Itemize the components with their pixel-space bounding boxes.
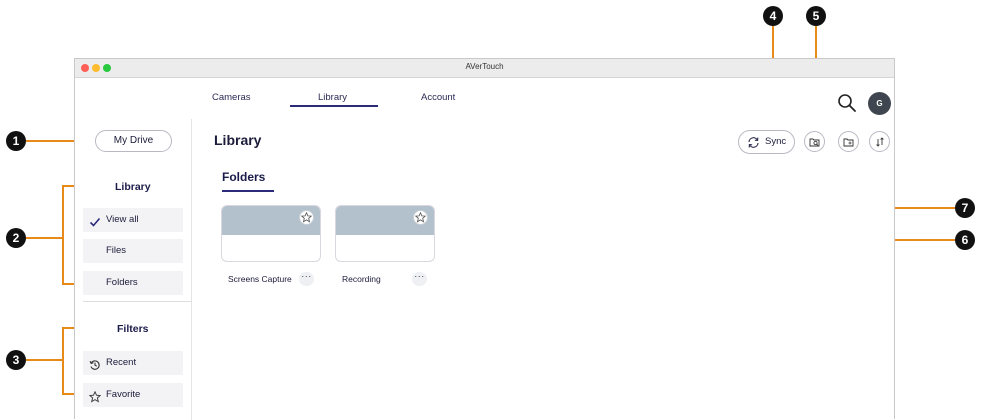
active-tab-indicator <box>290 105 378 107</box>
sync-icon <box>747 136 760 152</box>
history-icon <box>89 357 101 381</box>
sidebar-divider <box>191 119 192 420</box>
folder-name: Recording <box>342 274 381 284</box>
avatar[interactable]: G <box>868 92 891 115</box>
sidebar-item-recent[interactable]: Recent <box>83 351 183 375</box>
callout-badge-6: 6 <box>955 230 975 250</box>
sort-button[interactable] <box>869 131 890 152</box>
sidebar-item-label: Favorite <box>106 389 141 400</box>
check-icon <box>89 214 101 238</box>
callout-badge-2: 2 <box>6 228 26 248</box>
tab-cameras[interactable]: Cameras <box>212 92 251 103</box>
favorite-star-button[interactable] <box>413 210 428 225</box>
star-icon <box>415 212 426 223</box>
filters-heading: Filters <box>117 323 149 335</box>
callout-badge-3: 3 <box>6 350 26 370</box>
folders-heading: Folders <box>222 170 266 184</box>
more-options-button[interactable]: ··· <box>299 272 314 286</box>
callout-bracket-2 <box>62 185 64 285</box>
more-options-button[interactable]: ··· <box>412 272 427 286</box>
app-window: AVerTouch Cameras Library Account G My D… <box>74 58 895 420</box>
sidebar-item-label: Folders <box>106 277 138 288</box>
sync-button[interactable]: Sync <box>738 130 795 154</box>
callout-bracket-3 <box>62 327 64 395</box>
sidebar-separator <box>83 301 192 302</box>
sidebar-item-view-all[interactable]: View all <box>83 208 183 232</box>
folders-heading-underline <box>222 190 274 192</box>
sync-button-label: Sync <box>765 136 787 147</box>
callout-badge-4: 4 <box>763 6 783 26</box>
sort-arrows-icon <box>876 137 884 147</box>
sidebar-item-label: Recent <box>106 357 137 368</box>
sidebar-item-label: View all <box>106 214 139 225</box>
star-icon <box>88 389 102 413</box>
folder-search-icon <box>809 138 820 147</box>
new-folder-button[interactable] <box>838 131 859 152</box>
window-title: AVerTouch <box>465 62 504 71</box>
favorite-star-button[interactable] <box>299 210 314 225</box>
folder-name: Screens Capture <box>228 274 292 284</box>
new-folder-icon <box>843 138 854 147</box>
callout-badge-5: 5 <box>806 6 826 26</box>
tab-account[interactable]: Account <box>421 92 455 103</box>
sidebar-item-favorite[interactable]: Favorite <box>83 383 183 407</box>
sidebar-item-folders[interactable]: Folders <box>83 271 183 295</box>
folder-card-recording[interactable] <box>335 205 435 262</box>
my-drive-button[interactable]: My Drive <box>95 130 172 152</box>
search-icon[interactable] <box>837 93 857 118</box>
tab-library[interactable]: Library <box>318 92 347 103</box>
folder-card-screens-capture[interactable] <box>221 205 321 262</box>
sidebar-item-label: Files <box>106 245 127 256</box>
library-heading: Library <box>115 181 151 193</box>
sidebar-item-files[interactable]: Files <box>83 239 183 263</box>
title-bar: AVerTouch <box>75 59 894 78</box>
callout-line-2 <box>26 237 63 239</box>
star-icon <box>301 212 312 223</box>
page-title: Library <box>214 132 262 148</box>
folder-search-button[interactable] <box>804 131 825 152</box>
callout-line-3 <box>26 359 63 361</box>
callout-badge-1: 1 <box>6 131 26 151</box>
callout-badge-7: 7 <box>955 198 975 218</box>
